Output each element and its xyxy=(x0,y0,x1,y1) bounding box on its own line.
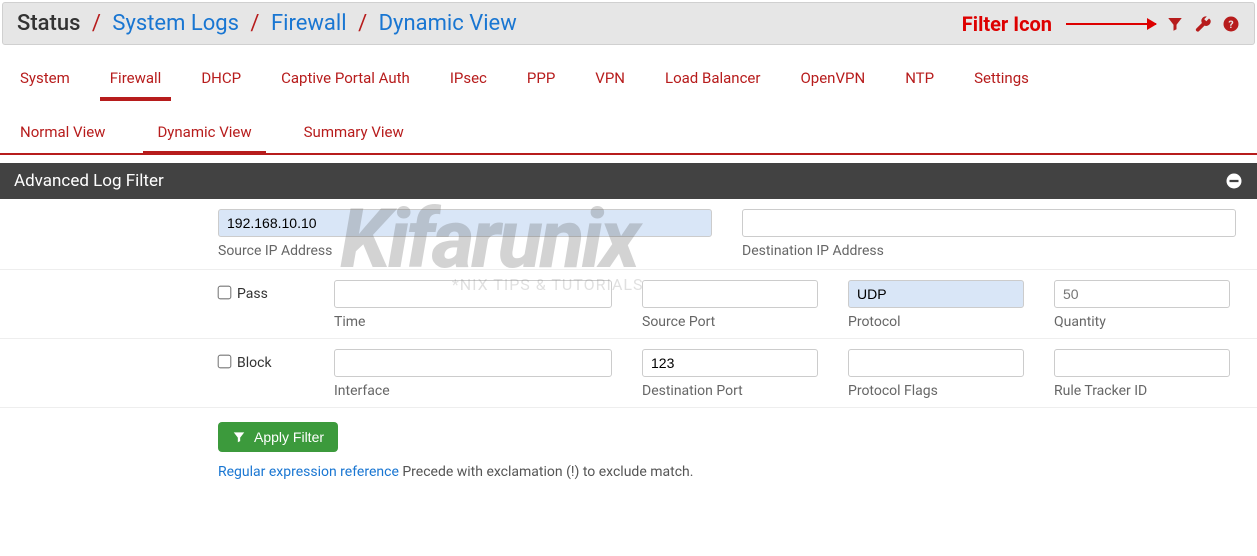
protocol-flags-input[interactable] xyxy=(848,349,1024,377)
source-port-input[interactable] xyxy=(642,280,818,308)
quantity-input[interactable] xyxy=(1054,280,1230,308)
dest-port-label: Destination Port xyxy=(642,383,818,399)
breadcrumb-link-dynamic-view[interactable]: Dynamic View xyxy=(379,11,517,36)
filter-form: Source IP Address Destination IP Address… xyxy=(0,199,1257,494)
protocol-input[interactable] xyxy=(848,280,1024,308)
funnel-icon xyxy=(232,430,246,444)
tab-openvpn[interactable]: OpenVPN xyxy=(800,69,865,101)
tab-load-balancer[interactable]: Load Balancer xyxy=(665,69,760,101)
rule-tracker-label: Rule Tracker ID xyxy=(1054,383,1230,399)
help-icon[interactable]: ? xyxy=(1222,15,1240,33)
tab-system[interactable]: System xyxy=(20,69,70,101)
breadcrumb-link-system-logs[interactable]: System Logs xyxy=(112,11,239,36)
sub-tabs: Normal View Dynamic View Summary View xyxy=(0,101,1257,155)
tab-vpn[interactable]: VPN xyxy=(595,69,625,101)
interface-input[interactable] xyxy=(334,349,612,377)
tab-dhcp[interactable]: DHCP xyxy=(201,69,241,101)
source-port-label: Source Port xyxy=(642,314,818,330)
source-ip-label: Source IP Address xyxy=(218,243,712,259)
apply-filter-button[interactable]: Apply Filter xyxy=(218,422,338,452)
time-input[interactable] xyxy=(334,280,612,308)
collapse-icon[interactable] xyxy=(1225,172,1243,190)
tab-ipsec[interactable]: IPsec xyxy=(450,69,487,101)
breadcrumb-link-firewall[interactable]: Firewall xyxy=(271,11,347,36)
tab-ppp[interactable]: PPP xyxy=(527,69,555,101)
annotation-arrow xyxy=(1066,23,1156,25)
header-icons: Filter Icon ? xyxy=(962,12,1240,36)
dest-ip-label: Destination IP Address xyxy=(742,243,1236,259)
dest-port-input[interactable] xyxy=(642,349,818,377)
main-tabs: System Firewall DHCP Captive Portal Auth… xyxy=(0,47,1257,101)
interface-label: Interface xyxy=(334,383,612,399)
apply-row: Apply Filter xyxy=(0,408,1257,456)
helper-text: Regular expression reference Precede wit… xyxy=(0,456,1257,494)
breadcrumb-root: Status xyxy=(17,11,80,36)
dest-ip-input[interactable] xyxy=(742,209,1236,237)
source-ip-input[interactable] xyxy=(218,209,712,237)
filter-icon[interactable] xyxy=(1166,15,1184,33)
regex-reference-link[interactable]: Regular expression reference xyxy=(218,464,399,480)
subtab-normal-view[interactable]: Normal View xyxy=(20,123,105,153)
block-checkbox[interactable] xyxy=(218,355,232,369)
tab-settings[interactable]: Settings xyxy=(974,69,1029,101)
tab-firewall[interactable]: Firewall xyxy=(110,69,162,101)
protocol-label: Protocol xyxy=(848,314,1024,330)
annotation-filter-label: Filter Icon xyxy=(962,12,1052,36)
block-label: Block xyxy=(237,355,272,371)
apply-filter-label: Apply Filter xyxy=(254,429,324,445)
pass-label: Pass xyxy=(237,286,268,302)
panel-header: Advanced Log Filter xyxy=(0,163,1257,199)
tab-captive-portal-auth[interactable]: Captive Portal Auth xyxy=(281,69,410,101)
quantity-label: Quantity xyxy=(1054,314,1230,330)
form-row-block: Block Interface Destination Port Protoco… xyxy=(0,339,1257,408)
page-header: Status / System Logs / Firewall / Dynami… xyxy=(2,2,1255,45)
subtab-summary-view[interactable]: Summary View xyxy=(304,123,404,153)
pass-checkbox[interactable] xyxy=(218,286,232,300)
protocol-flags-label: Protocol Flags xyxy=(848,383,1024,399)
helper-suffix: Precede with exclamation (!) to exclude … xyxy=(399,464,694,480)
svg-text:?: ? xyxy=(1228,17,1233,30)
subtab-dynamic-view[interactable]: Dynamic View xyxy=(157,123,251,153)
wrench-icon[interactable] xyxy=(1194,15,1212,33)
form-row-pass: Pass Time Source Port Protocol Quantity xyxy=(0,270,1257,339)
time-label: Time xyxy=(334,314,612,330)
breadcrumb: Status / System Logs / Firewall / Dynami… xyxy=(17,11,517,36)
form-row-ip: Source IP Address Destination IP Address xyxy=(0,199,1257,270)
rule-tracker-input[interactable] xyxy=(1054,349,1230,377)
panel-title: Advanced Log Filter xyxy=(14,171,164,191)
tab-ntp[interactable]: NTP xyxy=(905,69,934,101)
